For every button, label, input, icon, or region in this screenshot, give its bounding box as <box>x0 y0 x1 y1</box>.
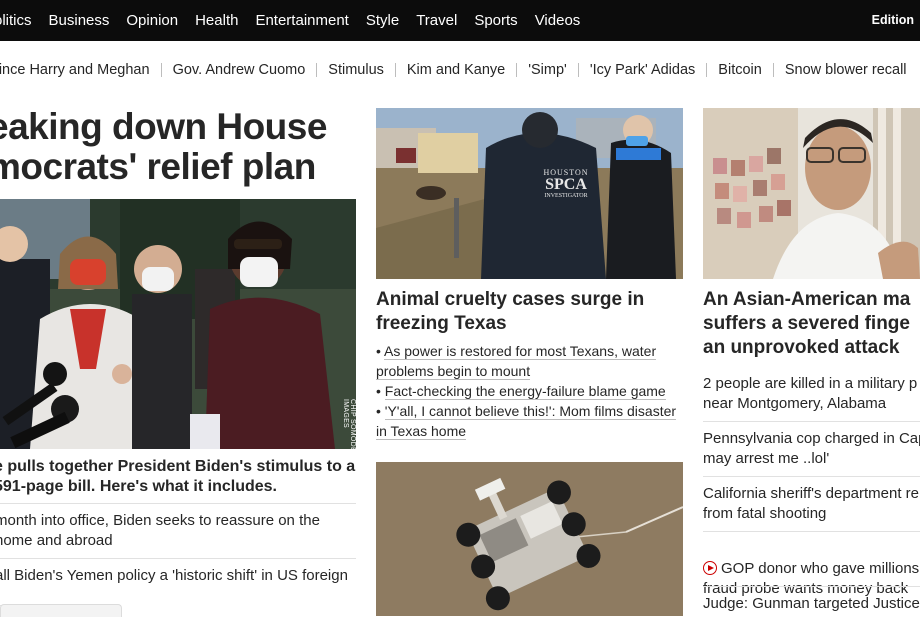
trending-bar: rince Harry and Meghan Gov. Andrew Cuomo… <box>0 41 920 101</box>
list-item[interactable]: Judge: Gunman targeted Justice <box>703 594 920 614</box>
list-item[interactable]: 2 people are killed in a military p near… <box>703 374 920 414</box>
divider <box>0 503 356 504</box>
divider <box>516 63 518 77</box>
trending-item[interactable]: 'Simp' <box>528 62 567 78</box>
trending-item[interactable]: 'Icy Park' Adidas <box>590 62 695 78</box>
nav-link-travel[interactable]: Travel <box>416 12 457 29</box>
mars-rover-image <box>376 462 683 616</box>
nav-link-entertainment[interactable]: Entertainment <box>255 12 348 29</box>
nav-link-style[interactable]: Style <box>366 12 399 29</box>
edition-menu[interactable]: Edition <box>872 13 914 27</box>
top-navigation: olitics Business Opinion Health Entertai… <box>0 0 920 41</box>
bullet-item[interactable]: • Fact-checking the energy-failure blame… <box>376 381 686 401</box>
divider <box>772 63 774 77</box>
list-item[interactable]: Pennsylvania cop charged in Cap may arre… <box>703 429 920 469</box>
bullet-link[interactable]: As power is restored for most Texans, wa… <box>376 343 657 380</box>
nav-link-opinion[interactable]: Opinion <box>126 12 178 29</box>
nav-link-politics[interactable]: olitics <box>0 12 32 29</box>
divider <box>703 586 920 587</box>
divider <box>703 421 920 422</box>
lead-headline[interactable]: eaking down House mocrats' relief plan <box>0 107 348 187</box>
trending-item[interactable]: Snow blower recall <box>785 62 907 78</box>
divider <box>706 63 708 77</box>
bullet-link[interactable]: Fact-checking the energy-failure blame g… <box>384 383 666 400</box>
photo-credit: CHIP SOMODEVILLA/GETTY IMAGES <box>342 399 356 449</box>
nav-link-health[interactable]: Health <box>195 12 238 29</box>
divider <box>703 476 920 477</box>
trending-item[interactable]: Kim and Kanye <box>407 62 505 78</box>
divider <box>703 531 920 532</box>
animal-rescue-image <box>376 108 683 279</box>
list-item[interactable]: California sheriff's department re from … <box>703 484 920 524</box>
list-item[interactable]: GOP donor who gave millions fraud probe … <box>703 539 920 599</box>
list-item-text: GOP donor who gave millions fraud probe … <box>703 560 920 597</box>
nav-link-business[interactable]: Business <box>49 12 110 29</box>
bullet-item[interactable]: • 'Y'all, I cannot believe this!': Mom f… <box>376 401 686 441</box>
trending-item[interactable]: rince Harry and Meghan <box>0 62 150 78</box>
vest-text-line: SPCA <box>545 176 587 193</box>
texas-photo[interactable]: HOUSTON SPCA INVESTIGATOR <box>376 108 683 279</box>
rover-photo[interactable] <box>376 462 683 616</box>
nav-links: olitics Business Opinion Health Entertai… <box>0 0 597 41</box>
lead-caption[interactable]: e pulls together President Biden's stimu… <box>0 457 356 497</box>
story-headline[interactable]: An Asian-American ma suffers a severed f… <box>703 288 920 360</box>
divider <box>316 63 318 77</box>
man-portrait-image <box>703 108 920 279</box>
divider <box>577 63 579 77</box>
vest-text-line: INVESTIGATOR <box>544 193 588 199</box>
trending-item[interactable]: Bitcoin <box>718 62 762 78</box>
video-play-icon <box>703 561 717 575</box>
list-item[interactable]: month into office, Biden seeks to reassu… <box>0 511 351 551</box>
lead-photo[interactable]: CHIP SOMODEVILLA/GETTY IMAGES <box>0 199 356 449</box>
asian-american-photo[interactable] <box>703 108 920 279</box>
divider <box>0 558 356 559</box>
trending-item[interactable]: Gov. Andrew Cuomo <box>173 62 306 78</box>
trending-item[interactable]: Stimulus <box>328 62 384 78</box>
divider <box>394 63 396 77</box>
press-conference-image <box>0 199 356 449</box>
divider <box>160 63 162 77</box>
vest-text: HOUSTON SPCA INVESTIGATOR <box>536 168 596 199</box>
list-item[interactable]: all Biden's Yemen policy a 'historic shi… <box>0 566 365 586</box>
nav-link-videos[interactable]: Videos <box>535 12 581 29</box>
bullet-link[interactable]: 'Y'all, I cannot believe this!': Mom fil… <box>376 403 677 440</box>
nav-link-sports[interactable]: Sports <box>474 12 517 29</box>
scroll-edge <box>0 604 122 617</box>
story-headline[interactable]: Animal cruelty cases surge in freezing T… <box>376 288 686 336</box>
bullet-item[interactable]: • As power is restored for most Texans, … <box>376 341 686 381</box>
